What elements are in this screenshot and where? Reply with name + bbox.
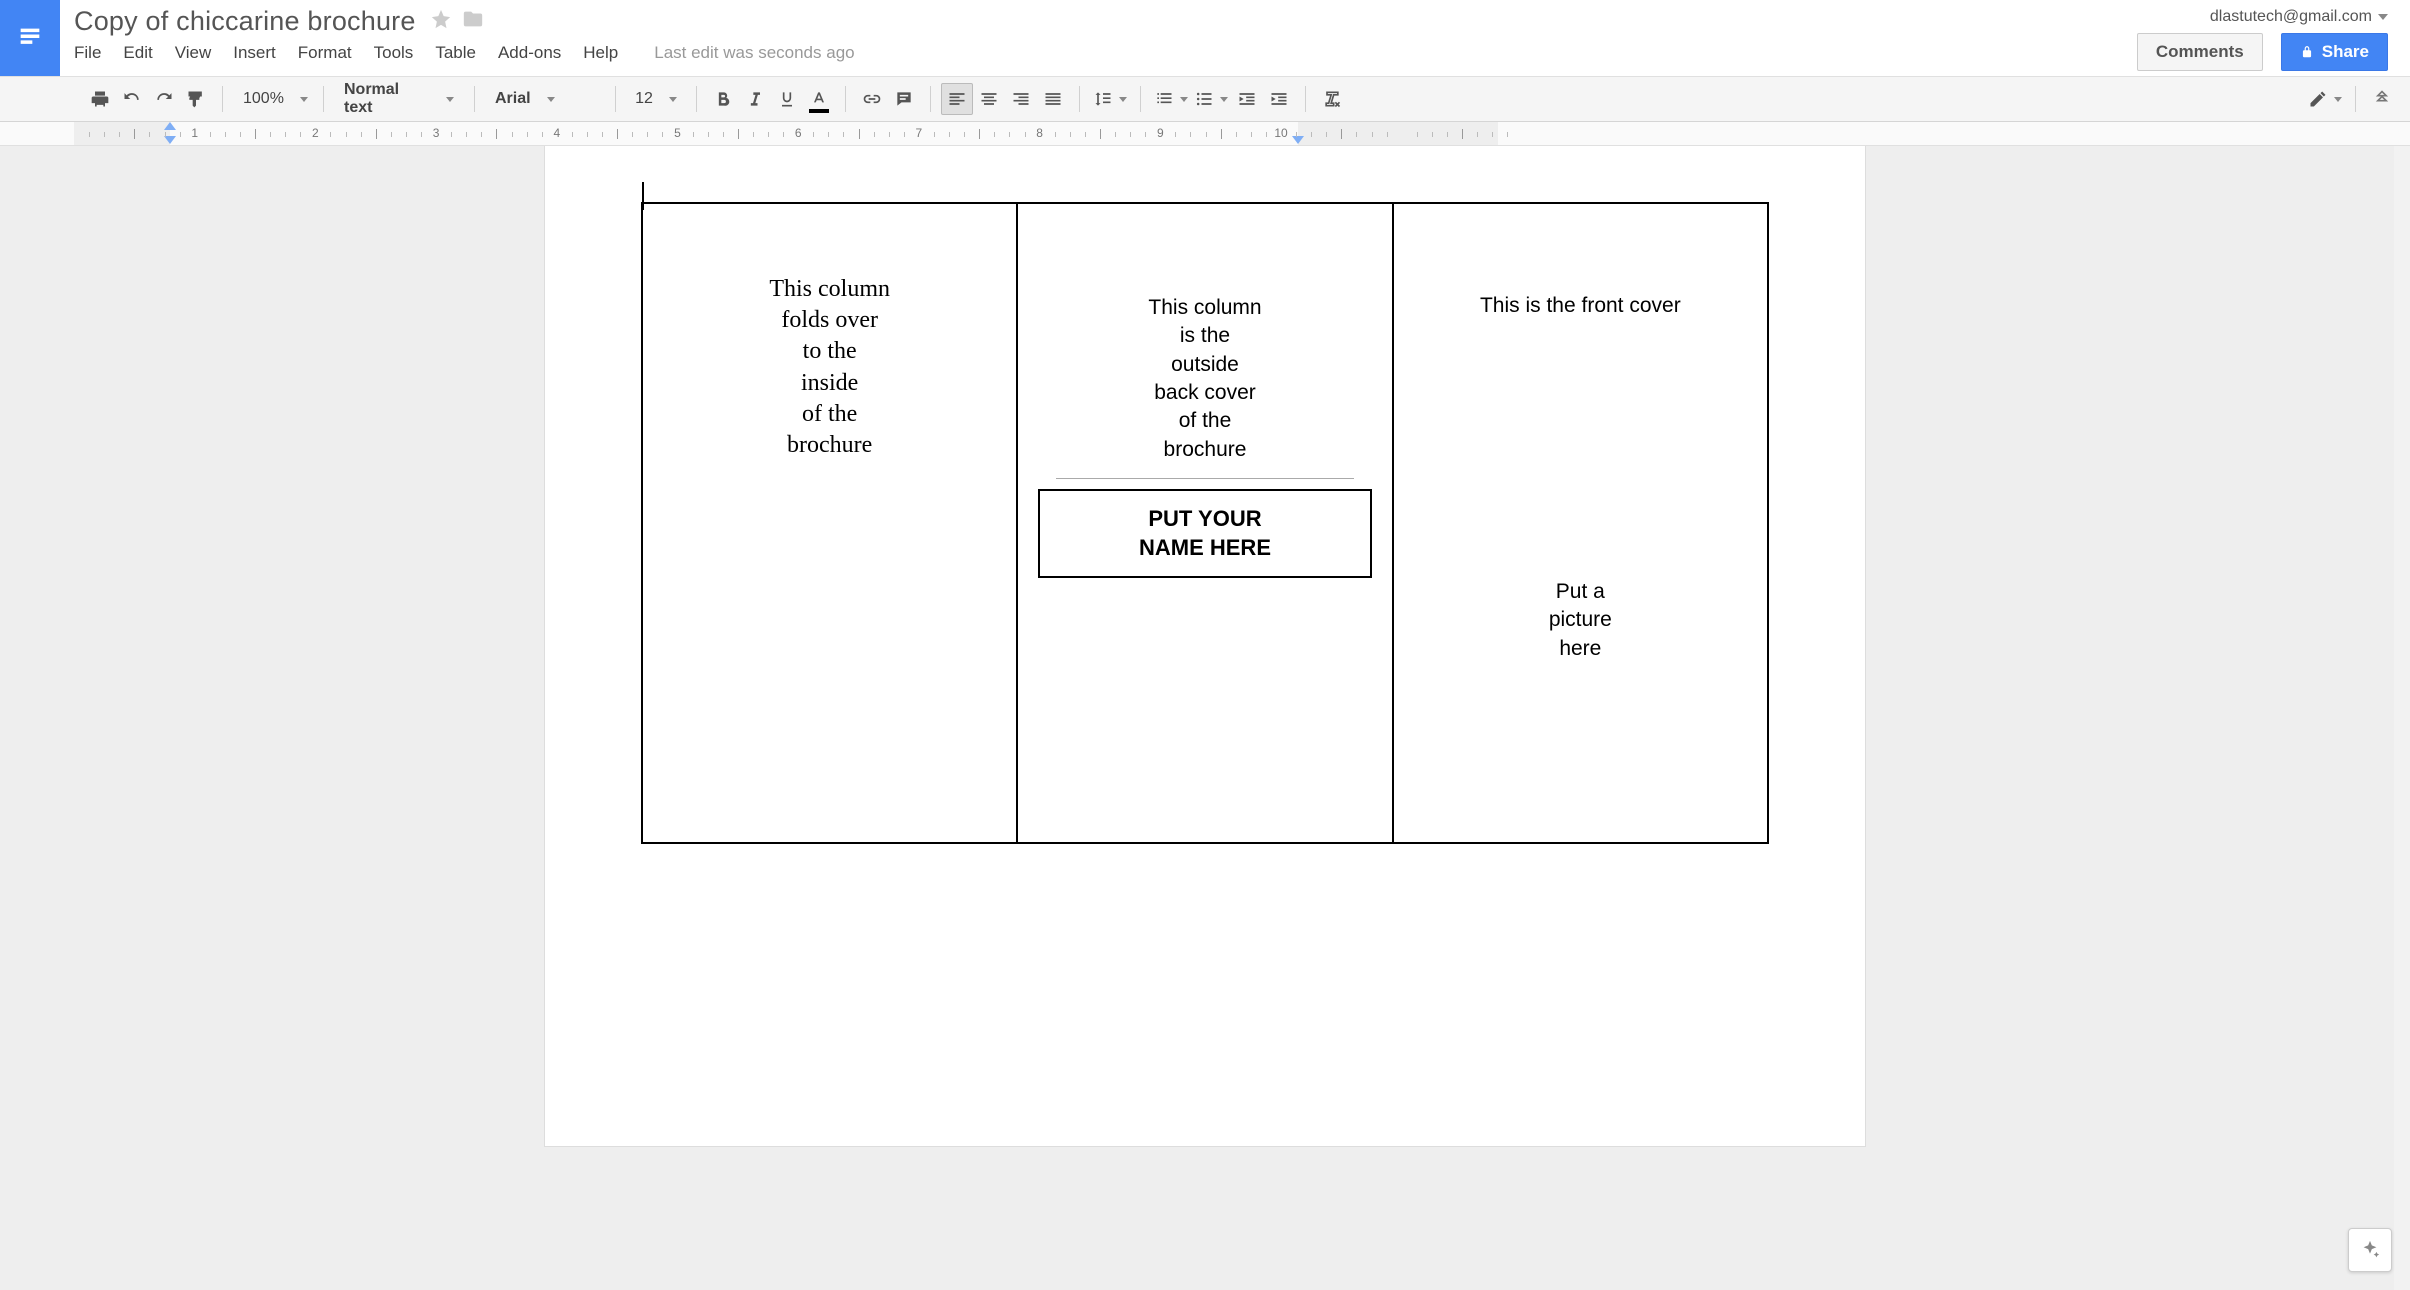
- col2-text[interactable]: This columnis theoutsideback coverof the…: [1032, 294, 1377, 464]
- insert-comment-button[interactable]: [888, 83, 920, 115]
- brochure-col-2[interactable]: This columnis theoutsideback coverof the…: [1017, 203, 1392, 843]
- col3-picture-placeholder[interactable]: Put apicturehere: [1408, 578, 1753, 663]
- underline-button[interactable]: [771, 83, 803, 115]
- caret-down-icon: [669, 97, 677, 102]
- font-size-dropdown[interactable]: 12: [626, 83, 686, 115]
- account-menu[interactable]: dlastutech@gmail.com: [2210, 8, 2388, 26]
- horizontal-ruler[interactable]: 12345678910: [0, 122, 2410, 146]
- undo-button[interactable]: [116, 83, 148, 115]
- decrease-indent-button[interactable]: [1231, 83, 1263, 115]
- divider: [1056, 478, 1353, 479]
- insert-link-button[interactable]: [856, 83, 888, 115]
- brochure-col-1[interactable]: This columnfolds overto theinsideof theb…: [642, 203, 1017, 843]
- brochure-col-3[interactable]: This is the front cover Put apicturehere: [1393, 203, 1768, 843]
- brochure-table[interactable]: This columnfolds overto theinsideof theb…: [641, 202, 1769, 844]
- menu-table[interactable]: Table: [435, 43, 476, 63]
- increase-indent-button[interactable]: [1263, 83, 1295, 115]
- menu-view[interactable]: View: [175, 43, 212, 63]
- menu-addons[interactable]: Add-ons: [498, 43, 561, 63]
- caret-down-icon: [2378, 14, 2388, 20]
- align-justify-button[interactable]: [1037, 83, 1069, 115]
- folder-icon[interactable]: [462, 6, 484, 37]
- caret-down-icon: [2334, 97, 2342, 102]
- font-size-value: 12: [635, 90, 653, 108]
- page[interactable]: This columnfolds overto theinsideof theb…: [545, 146, 1865, 1146]
- collapse-toolbar-button[interactable]: [2366, 83, 2398, 115]
- menu-bar: File Edit View Insert Format Tools Table…: [74, 39, 855, 63]
- docs-home-button[interactable]: [0, 0, 60, 76]
- name-box[interactable]: PUT YOURNAME HERE: [1038, 489, 1371, 578]
- align-left-button[interactable]: [941, 83, 973, 115]
- document-scroll-area[interactable]: This columnfolds overto theinsideof theb…: [0, 146, 2410, 1290]
- account-email: dlastutech@gmail.com: [2210, 8, 2372, 26]
- caret-down-icon: [1180, 97, 1188, 102]
- lock-icon: [2300, 44, 2314, 60]
- caret-down-icon: [547, 97, 555, 102]
- font-family-dropdown[interactable]: Arial: [485, 83, 605, 115]
- redo-button[interactable]: [148, 83, 180, 115]
- paint-format-button[interactable]: [180, 83, 212, 115]
- numbered-list-button[interactable]: [1151, 83, 1191, 115]
- col3-title[interactable]: This is the front cover: [1408, 294, 1753, 318]
- clear-formatting-button[interactable]: [1316, 83, 1348, 115]
- document-title[interactable]: Copy of chiccarine brochure: [74, 6, 416, 37]
- zoom-value: 100%: [243, 90, 284, 108]
- text-color-button[interactable]: [803, 83, 835, 115]
- caret-down-icon: [300, 97, 308, 102]
- text-cursor: [642, 182, 644, 210]
- share-label: Share: [2322, 42, 2369, 62]
- last-edit-label[interactable]: Last edit was seconds ago: [654, 43, 854, 63]
- menu-file[interactable]: File: [74, 43, 101, 63]
- caret-down-icon: [1119, 97, 1127, 102]
- zoom-dropdown[interactable]: 100%: [233, 83, 313, 115]
- editing-mode-button[interactable]: [2305, 83, 2345, 115]
- line-spacing-button[interactable]: [1090, 83, 1130, 115]
- explore-button[interactable]: [2348, 1228, 2392, 1272]
- toolbar: 100% Normal text Arial 12: [0, 76, 2410, 122]
- comments-button[interactable]: Comments: [2137, 33, 2263, 71]
- font-family-value: Arial: [495, 90, 531, 108]
- bulleted-list-button[interactable]: [1191, 83, 1231, 115]
- menu-format[interactable]: Format: [298, 43, 352, 63]
- italic-button[interactable]: [739, 83, 771, 115]
- menu-help[interactable]: Help: [583, 43, 618, 63]
- menu-insert[interactable]: Insert: [233, 43, 276, 63]
- caret-down-icon: [446, 97, 454, 102]
- col1-text[interactable]: This columnfolds overto theinsideof theb…: [657, 274, 1002, 461]
- share-button[interactable]: Share: [2281, 33, 2388, 71]
- align-right-button[interactable]: [1005, 83, 1037, 115]
- bold-button[interactable]: [707, 83, 739, 115]
- paragraph-style-dropdown[interactable]: Normal text: [334, 83, 464, 115]
- menu-edit[interactable]: Edit: [123, 43, 152, 63]
- print-button[interactable]: [84, 83, 116, 115]
- caret-down-icon: [1220, 97, 1228, 102]
- paragraph-style-value: Normal text: [344, 81, 430, 117]
- menu-tools[interactable]: Tools: [374, 43, 414, 63]
- star-icon[interactable]: [430, 6, 452, 37]
- align-center-button[interactable]: [973, 83, 1005, 115]
- vertical-scrollbar[interactable]: [2394, 146, 2410, 1290]
